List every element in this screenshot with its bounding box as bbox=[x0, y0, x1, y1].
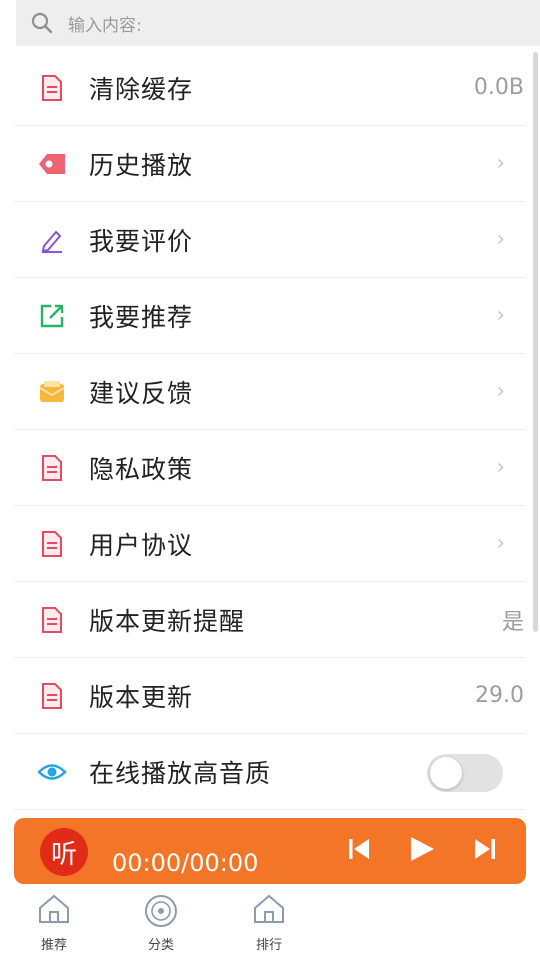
hq-playback-toggle[interactable] bbox=[427, 754, 503, 792]
app-logo: 听 bbox=[40, 828, 88, 876]
chevron-right-icon: › bbox=[496, 227, 505, 252]
document-icon bbox=[37, 681, 67, 711]
search-input[interactable]: 输入内容: bbox=[68, 11, 142, 36]
chevron-right-icon: › bbox=[496, 151, 505, 176]
next-icon[interactable] bbox=[472, 834, 498, 868]
mini-player[interactable]: 听 00:00/00:00 bbox=[14, 818, 526, 884]
settings-list: 清除缓存 0.0B 历史播放 › 我要评价 › 我要推荐 › 建议反馈 › 隐私 bbox=[0, 50, 540, 810]
settings-item-label: 版本更新 bbox=[89, 682, 194, 712]
settings-item-label: 清除缓存 bbox=[89, 74, 194, 104]
history-tag-icon bbox=[37, 149, 67, 179]
play-icon[interactable] bbox=[408, 834, 436, 868]
eye-icon bbox=[37, 757, 67, 787]
previous-icon[interactable] bbox=[346, 834, 372, 868]
tab-category[interactable]: 分类 bbox=[131, 894, 191, 953]
document-icon bbox=[37, 529, 67, 559]
update-reminder-value: 是 bbox=[501, 609, 524, 635]
settings-item-clear-cache[interactable]: 清除缓存 0.0B bbox=[14, 50, 525, 126]
search-bar[interactable]: 输入内容: bbox=[16, 0, 540, 46]
settings-item-update-reminder[interactable]: 版本更新提醒 是 bbox=[14, 582, 525, 658]
home-icon bbox=[39, 894, 69, 923]
settings-item-label: 用户协议 bbox=[89, 530, 194, 560]
document-icon bbox=[37, 605, 67, 635]
settings-item-label: 我要评价 bbox=[89, 226, 194, 256]
version-value: 29.0 bbox=[475, 683, 524, 708]
chevron-right-icon: › bbox=[496, 531, 505, 556]
settings-item-label: 建议反馈 bbox=[89, 378, 194, 408]
mail-icon bbox=[37, 377, 67, 407]
document-icon bbox=[37, 73, 67, 103]
chevron-right-icon: › bbox=[496, 455, 505, 480]
chevron-right-icon: › bbox=[496, 303, 505, 328]
share-icon bbox=[37, 301, 67, 331]
chevron-right-icon: › bbox=[496, 379, 505, 404]
tab-label: 推荐 bbox=[40, 938, 67, 953]
tab-ranking[interactable]: 排行 bbox=[239, 894, 299, 953]
settings-item-hq-playback: 在线播放高音质 bbox=[14, 734, 525, 810]
cache-size-value: 0.0B bbox=[473, 75, 524, 100]
settings-item-privacy[interactable]: 隐私政策 › bbox=[14, 430, 525, 506]
settings-item-rate[interactable]: 我要评价 › bbox=[14, 202, 525, 278]
tab-recommend[interactable]: 推荐 bbox=[24, 894, 84, 953]
bottom-tab-bar: 推荐 分类 排行 bbox=[0, 886, 540, 960]
disc-icon bbox=[145, 895, 177, 927]
settings-item-feedback[interactable]: 建议反馈 › bbox=[14, 354, 525, 430]
settings-item-recommend[interactable]: 我要推荐 › bbox=[14, 278, 525, 354]
settings-item-user-agreement[interactable]: 用户协议 › bbox=[14, 506, 525, 582]
settings-item-version[interactable]: 版本更新 29.0 bbox=[14, 658, 525, 734]
playback-time: 00:00/00:00 bbox=[112, 849, 259, 877]
settings-item-label: 历史播放 bbox=[89, 150, 194, 180]
home-icon bbox=[254, 894, 284, 923]
pencil-icon bbox=[37, 225, 67, 255]
document-icon bbox=[37, 453, 67, 483]
settings-item-history[interactable]: 历史播放 › bbox=[14, 126, 525, 202]
settings-item-label: 我要推荐 bbox=[89, 302, 194, 332]
tab-label: 分类 bbox=[147, 938, 174, 953]
search-icon bbox=[31, 12, 53, 34]
tab-label: 排行 bbox=[255, 938, 282, 953]
toggle-knob bbox=[430, 757, 462, 789]
settings-item-label: 在线播放高音质 bbox=[89, 758, 272, 788]
settings-item-label: 版本更新提醒 bbox=[89, 606, 246, 636]
settings-item-label: 隐私政策 bbox=[89, 454, 194, 484]
